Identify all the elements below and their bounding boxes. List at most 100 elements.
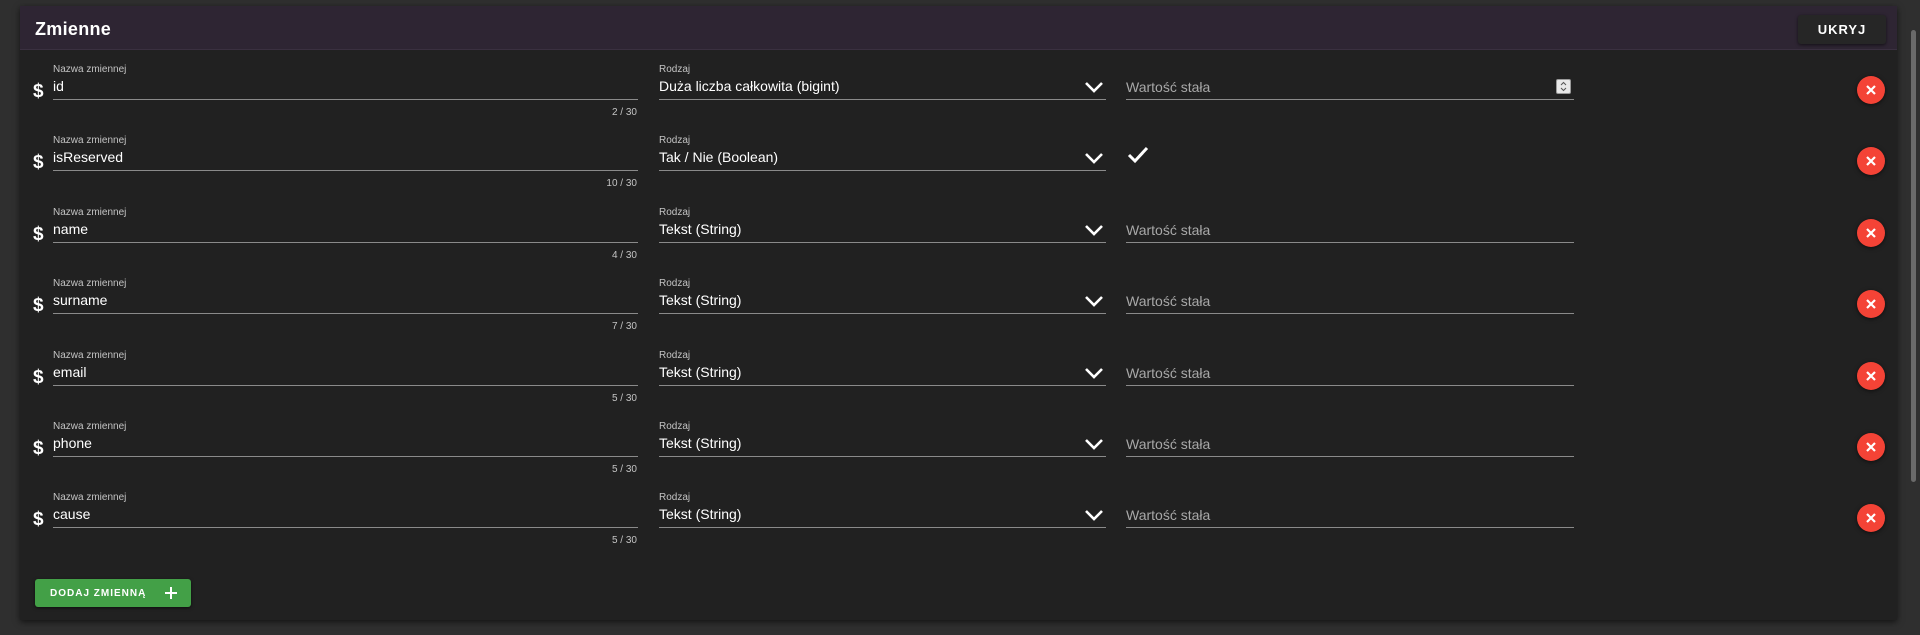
add-variable-label: DODAJ ZMIENNĄ: [50, 588, 147, 599]
chevron-down-icon[interactable]: [1083, 223, 1105, 237]
dollar-icon: $: [33, 152, 44, 174]
constant-value-underline: [1126, 241, 1574, 243]
type-select[interactable]: Tekst (String): [659, 506, 741, 522]
chevron-down-icon[interactable]: [1083, 151, 1105, 165]
variable-name-underline: [53, 99, 638, 100]
constant-value-underline: [1126, 456, 1574, 457]
close-icon: [1866, 85, 1876, 95]
delete-variable-button[interactable]: [1857, 147, 1885, 176]
chevron-down-icon[interactable]: [1083, 508, 1105, 522]
variable-name-label: Nazwa zmiennej: [53, 421, 127, 432]
type-underline: [659, 527, 1106, 529]
constant-value-input[interactable]: Wartość stała: [1126, 79, 1210, 95]
close-icon: [1866, 370, 1876, 381]
constant-value-input[interactable]: Wartość stała: [1126, 507, 1210, 523]
variable-name-label: Nazwa zmiennej: [53, 64, 127, 75]
type-underline: [659, 384, 1106, 386]
type-select[interactable]: Duża liczba całkowita (bigint): [659, 78, 840, 94]
type-select[interactable]: Tekst (String): [659, 292, 741, 308]
delete-variable-button[interactable]: [1857, 76, 1885, 104]
variable-name-label: Nazwa zmiennej: [53, 349, 127, 361]
panel-header: Zmienne UKRYJ: [20, 6, 1897, 50]
delete-variable-button[interactable]: [1857, 433, 1885, 461]
type-select[interactable]: Tekst (String): [659, 435, 741, 451]
type-label: Rodzaj: [659, 206, 691, 218]
constant-value-input[interactable]: Wartość stała: [1126, 365, 1210, 381]
variable-name-label: Nazwa zmiennej: [53, 492, 127, 504]
variable-name-label: Nazwa zmiennej: [53, 206, 127, 218]
variable-row: $ Nazwa zmiennej phone 5 / 30 Rodzaj Tek…: [20, 418, 1897, 489]
type-underline: [659, 170, 1106, 172]
variable-row: $ Nazwa zmiennej email 5 / 30 Rodzaj Tek…: [20, 347, 1897, 418]
constant-value-input[interactable]: Wartość stała: [1126, 436, 1210, 452]
chevron-down-icon[interactable]: [1083, 437, 1105, 451]
character-counter: 4 / 30: [611, 249, 637, 261]
close-icon: [1866, 156, 1876, 167]
type-underline: [659, 241, 1106, 243]
variable-row: $ Nazwa zmiennej isReserved 10 / 30 Rodz…: [20, 132, 1897, 203]
variable-name-input[interactable]: id: [53, 78, 64, 94]
chevron-down-icon[interactable]: [1083, 294, 1105, 308]
character-counter: 5 / 30: [611, 464, 637, 475]
plus-icon: [165, 587, 177, 599]
add-variable-button[interactable]: DODAJ ZMIENNĄ: [35, 579, 191, 607]
constant-value-underline: [1126, 384, 1574, 386]
dollar-icon: $: [33, 509, 44, 531]
dollar-icon: $: [33, 223, 44, 245]
check-icon[interactable]: [1126, 144, 1150, 166]
close-icon: [1866, 228, 1876, 238]
variable-name-input[interactable]: cause: [53, 506, 90, 522]
chevron-down-icon[interactable]: [1083, 80, 1105, 94]
type-underline: [659, 456, 1106, 457]
character-counter: 10 / 30: [606, 178, 637, 190]
type-label: Rodzaj: [659, 421, 691, 432]
character-counter: 5 / 30: [611, 392, 637, 404]
dollar-icon: $: [33, 438, 44, 459]
variable-name-underline: [53, 384, 638, 386]
type-label: Rodzaj: [659, 64, 691, 75]
constant-value-input[interactable]: Wartość stała: [1126, 293, 1210, 309]
constant-value-input[interactable]: Wartość stała: [1126, 222, 1210, 238]
delete-variable-button[interactable]: [1857, 361, 1885, 390]
variable-name-underline: [53, 527, 638, 529]
delete-variable-button[interactable]: [1857, 504, 1885, 533]
dollar-icon: $: [33, 81, 44, 102]
close-icon: [1866, 513, 1876, 524]
variable-name-input[interactable]: name: [53, 221, 88, 237]
close-icon: [1866, 442, 1876, 452]
variable-name-input[interactable]: email: [53, 364, 86, 380]
type-label: Rodzaj: [659, 492, 691, 504]
type-underline: [659, 313, 1106, 315]
scrollbar[interactable]: [1911, 30, 1916, 482]
variable-row: $ Nazwa zmiennej surname 7 / 30 Rodzaj T…: [20, 275, 1897, 346]
delete-variable-button[interactable]: [1857, 218, 1885, 247]
variable-name-input[interactable]: surname: [53, 292, 107, 308]
variable-name-underline: [53, 170, 638, 172]
chevron-down-icon[interactable]: [1083, 366, 1105, 380]
hide-button[interactable]: UKRYJ: [1798, 15, 1886, 44]
character-counter: 2 / 30: [611, 107, 637, 118]
close-icon: [1866, 299, 1876, 309]
delete-variable-button[interactable]: [1857, 290, 1885, 319]
type-label: Rodzaj: [659, 278, 691, 290]
variable-name-input[interactable]: phone: [53, 435, 92, 451]
variable-name-label: Nazwa zmiennej: [53, 135, 127, 147]
number-spinner[interactable]: [1556, 79, 1571, 94]
type-label: Rodzaj: [659, 135, 691, 147]
variable-row: $ Nazwa zmiennej name 4 / 30 Rodzaj Teks…: [20, 204, 1897, 275]
type-select[interactable]: Tekst (String): [659, 221, 741, 237]
dollar-icon: $: [33, 366, 44, 388]
variable-name-underline: [53, 313, 638, 315]
variable-name-label: Nazwa zmiennej: [53, 278, 127, 290]
constant-value-underline: [1126, 99, 1574, 100]
character-counter: 5 / 30: [611, 535, 637, 547]
type-select[interactable]: Tak / Nie (Boolean): [659, 149, 778, 165]
variable-name-underline: [53, 241, 638, 243]
spinner-arrows-icon: [1560, 81, 1567, 92]
type-select[interactable]: Tekst (String): [659, 364, 741, 380]
variable-row: $ Nazwa zmiennej id 2 / 30 Rodzaj Duża l…: [20, 61, 1897, 132]
character-counter: 7 / 30: [611, 321, 637, 333]
constant-value-underline: [1126, 313, 1574, 315]
variable-name-input[interactable]: isReserved: [53, 149, 123, 165]
constant-value-underline: [1126, 527, 1574, 529]
